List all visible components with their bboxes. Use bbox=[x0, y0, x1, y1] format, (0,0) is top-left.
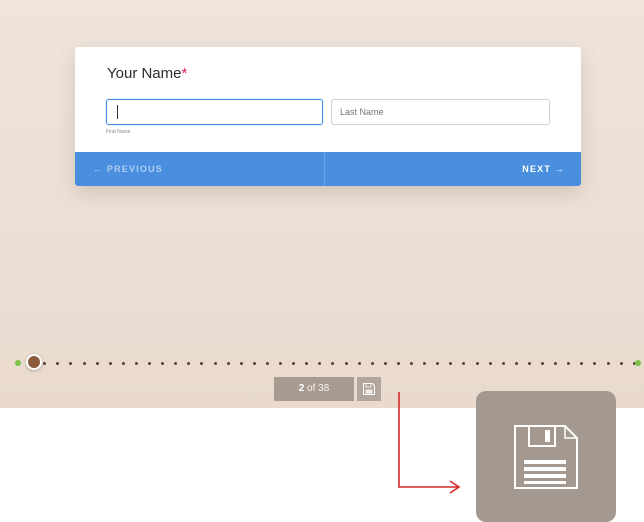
save-icon-callout bbox=[476, 391, 616, 522]
floppy-disk-icon bbox=[514, 424, 578, 489]
